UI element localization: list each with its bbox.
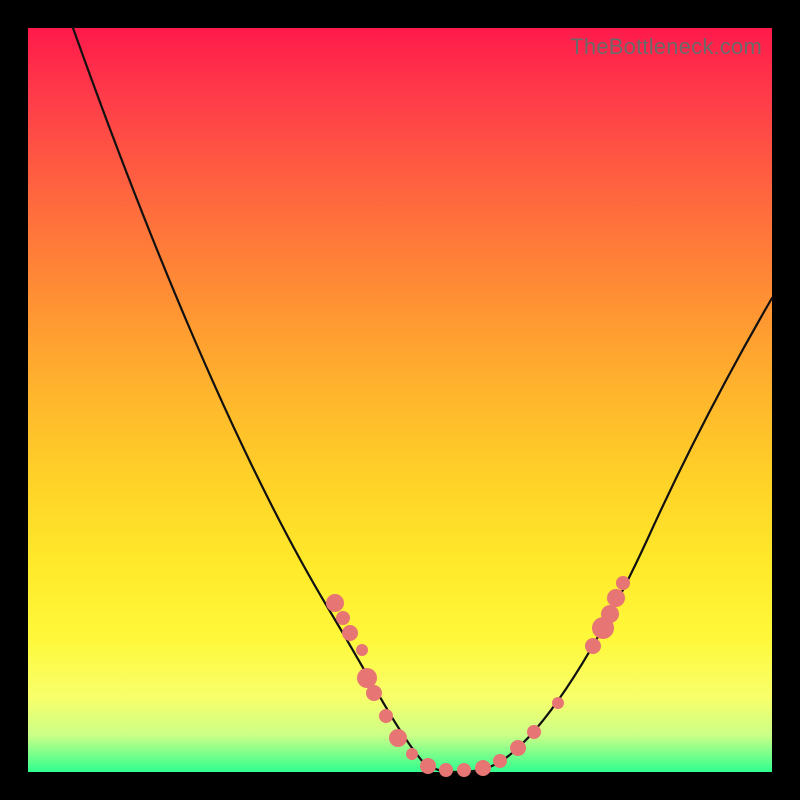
bottleneck-curve (73, 28, 772, 772)
highlight-dot (601, 605, 619, 623)
highlight-dot (379, 709, 393, 723)
highlight-dot (552, 697, 564, 709)
highlight-dot (585, 638, 601, 654)
highlight-dot (389, 729, 407, 747)
highlight-dot (336, 611, 350, 625)
highlight-dot (457, 763, 471, 777)
highlight-dot (493, 754, 507, 768)
chart-svg (28, 28, 772, 772)
highlight-dot (406, 748, 418, 760)
highlight-dot (326, 594, 344, 612)
highlight-dot (616, 576, 630, 590)
highlight-dot (356, 644, 368, 656)
highlight-dot (366, 685, 382, 701)
highlight-dot (607, 589, 625, 607)
chart-frame: TheBottleneck.com (0, 0, 800, 800)
highlight-dots-group (326, 576, 630, 777)
plot-area: TheBottleneck.com (28, 28, 772, 772)
highlight-dot (475, 760, 491, 776)
highlight-dot (510, 740, 526, 756)
highlight-dot (439, 763, 453, 777)
highlight-dot (420, 758, 436, 774)
highlight-dot (342, 625, 358, 641)
highlight-dot (527, 725, 541, 739)
